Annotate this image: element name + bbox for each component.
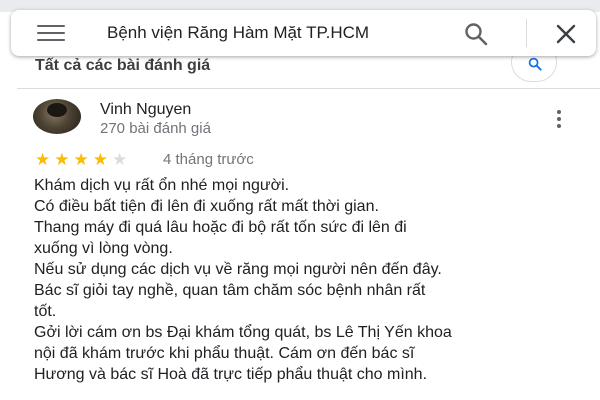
section-divider [17,88,600,89]
review-text-line: nội đã khám trước khi phẩu thuật. Cám ơn… [34,345,415,362]
review-text-line: Nếu sử dụng các dịch vụ về răng mọi ngườ… [34,261,442,278]
review-text-line: Thang máy đi quá lâu hoặc đi bộ rất tốn … [34,219,407,236]
review-text-line: Hương và bác sĩ Hoà đã trực tiếp phẩu th… [34,366,428,383]
star-filled-icon: ★ [35,150,51,170]
menu-icon[interactable] [37,25,65,41]
reviewer-review-count: 270 bài đánh giá [100,120,211,137]
search-icon[interactable] [463,21,489,47]
reviewer-avatar[interactable] [33,99,81,134]
close-icon[interactable] [555,23,577,45]
reviews-page: Bệnh viện Răng Hàm Mặt TP.HCM Tất cả các… [0,0,600,400]
search-query-text[interactable]: Bệnh viện Răng Hàm Mặt TP.HCM [107,23,443,43]
more-options-icon[interactable] [552,110,566,128]
review-text-line: Có điều bất tiện đi lên đi xuống rất mất… [34,198,379,215]
review-text-line: Gởi lời cám ơn bs Đại khám tổng quát, bs… [34,324,452,341]
reviewer-name[interactable]: Vinh Nguyen [100,100,191,120]
search-bar-divider [526,19,527,47]
review-text-line: tốt. [34,303,57,320]
review-text: Khám dịch vụ rất ổn nhé mọi người. Có điề… [34,175,574,385]
section-title: Tất cả các bài đánh giá [35,57,211,74]
review-date: 4 tháng trước [163,151,254,168]
star-filled-icon: ★ [92,150,108,170]
review-text-line: Khám dịch vụ rất ổn nhé mọi người. [34,177,290,194]
search-icon [528,57,542,71]
star-filled-icon: ★ [73,150,89,170]
search-bar[interactable]: Bệnh viện Răng Hàm Mặt TP.HCM [11,10,596,56]
star-filled-icon: ★ [54,150,70,170]
star-rating: ★ ★ ★ ★ ★ [35,151,131,169]
review-text-line: Bác sĩ giỏi tay nghề, quan tâm chăm sóc … [34,282,426,299]
review-text-line: xuống vì lòng vòng. [34,240,173,257]
star-empty-icon: ★ [112,150,128,170]
